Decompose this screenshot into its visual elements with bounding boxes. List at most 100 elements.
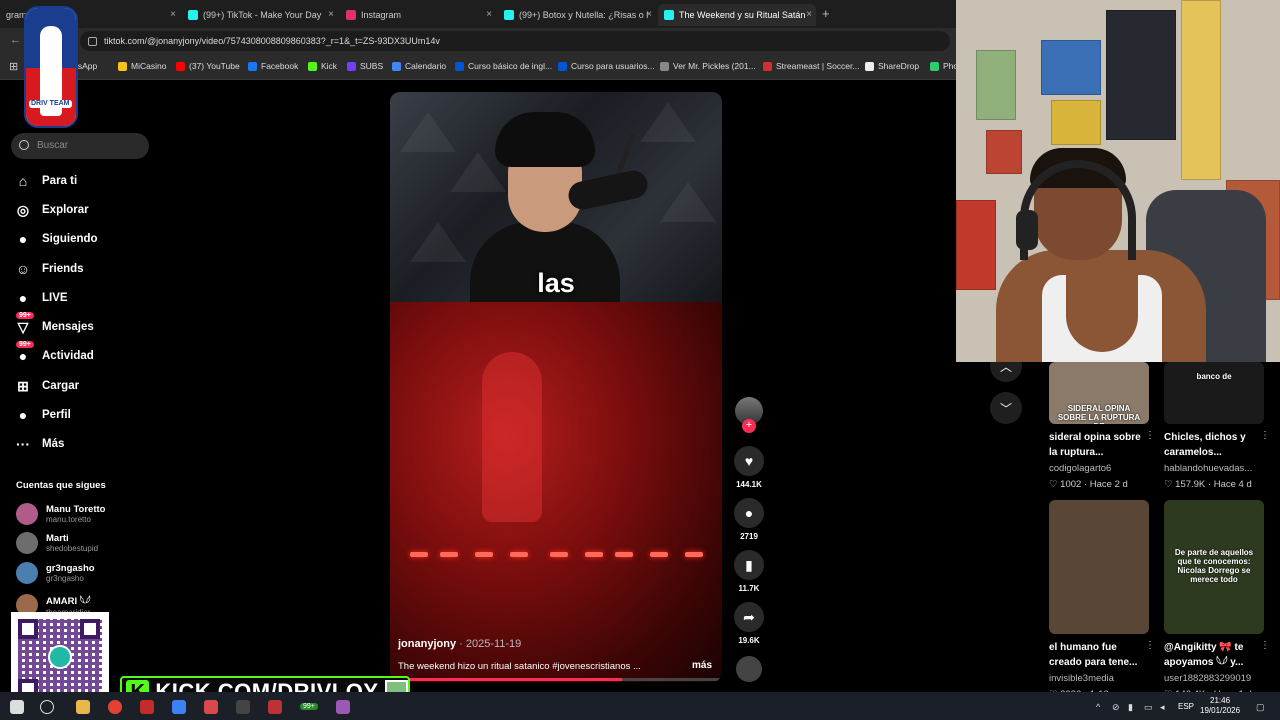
video-author[interactable]: codigolagarto6 bbox=[1049, 463, 1149, 474]
sidebar-item-actividad[interactable]: ● Actividad bbox=[14, 345, 94, 367]
bookmark-label: Facebook bbox=[261, 61, 299, 71]
browser-tab[interactable]: (99+) Botox y Nutella: ¿Risas o l × bbox=[498, 4, 656, 26]
bookmark-item[interactable]: Kick bbox=[308, 61, 337, 71]
bookmark-item[interactable]: (37) YouTube bbox=[176, 61, 240, 71]
music-disc-icon[interactable] bbox=[736, 656, 762, 682]
browser-tab[interactable]: The Weekend y su Ritual Satán × bbox=[658, 4, 816, 26]
more-options-icon[interactable]: ⋮ bbox=[1145, 640, 1155, 651]
close-tab-icon[interactable]: × bbox=[486, 9, 492, 20]
windows-start-icon[interactable] bbox=[10, 700, 24, 714]
video-title[interactable]: Chicles, dichos y caramelos... bbox=[1164, 430, 1256, 460]
sidebar-item-mensajes[interactable]: ▽ Mensajes bbox=[14, 316, 94, 338]
following-account[interactable]: Marti shedobestupid bbox=[16, 532, 98, 554]
avatar bbox=[16, 532, 38, 554]
video-player[interactable]: las jonanyjony · 2025-11-19 The weekend … bbox=[390, 92, 722, 682]
microphone-icon[interactable]: ▮ bbox=[1128, 702, 1133, 713]
sidebar-item-cargar[interactable]: ⊞ Cargar bbox=[14, 375, 79, 397]
like-action[interactable]: ♥ 144.1K bbox=[734, 446, 764, 489]
bookmark-item[interactable]: ShareDrop bbox=[865, 61, 919, 71]
notification-badge: 99+ bbox=[16, 312, 34, 319]
taskbar-search-icon[interactable] bbox=[40, 700, 54, 714]
bookmark-favicon-icon bbox=[392, 61, 401, 71]
bookmark-item[interactable]: Curso básico de ingl... bbox=[455, 61, 552, 71]
back-arrow-icon[interactable]: ← bbox=[10, 34, 21, 46]
video-author[interactable]: invisible3media bbox=[1049, 673, 1149, 684]
taskbar-app-icon[interactable] bbox=[204, 700, 218, 714]
taskbar-app-icon[interactable] bbox=[140, 700, 154, 714]
video-progress-bar[interactable] bbox=[390, 678, 722, 681]
sidebar-item-siguiendo[interactable]: ● Siguiendo bbox=[14, 228, 98, 250]
video-author[interactable]: hablandohuevadas... bbox=[1164, 463, 1264, 474]
save-action[interactable]: ▮ 11.7K bbox=[734, 550, 764, 593]
close-tab-icon[interactable]: × bbox=[806, 9, 812, 20]
taskbar-app-icon[interactable] bbox=[268, 700, 282, 714]
more-options-icon[interactable]: ⋮ bbox=[1145, 430, 1155, 441]
video-author[interactable]: jonanyjony bbox=[398, 638, 456, 650]
comment-action[interactable]: ● 2719 bbox=[734, 498, 764, 541]
video-thumbnail[interactable]: De parte de aquellos que te conocemos: N… bbox=[1164, 500, 1264, 634]
sidebar-item-explorar[interactable]: ◎ Explorar bbox=[14, 199, 89, 221]
network-icon[interactable]: ▭ bbox=[1144, 702, 1153, 713]
bookmark-item[interactable]: Facebook bbox=[248, 61, 298, 71]
suggested-video-card[interactable]: el humano fue creado para tene... ⋮ invisi… bbox=[1049, 500, 1155, 700]
follow-button[interactable]: + bbox=[742, 419, 756, 433]
taskbar-app-icon[interactable] bbox=[172, 700, 186, 714]
video-title[interactable]: sideral opina sobre la ruptura... bbox=[1049, 430, 1141, 460]
bookmark-item[interactable]: SUBS bbox=[347, 61, 383, 71]
apps-grid-icon[interactable]: ⊞ bbox=[9, 60, 18, 73]
address-bar[interactable]: tiktok.com/@jonanyjony/video/75743080088… bbox=[80, 31, 950, 51]
more-options-icon[interactable]: ⋮ bbox=[1260, 430, 1270, 441]
bookmark-item[interactable]: Curso para usuarios... bbox=[558, 61, 655, 71]
suggested-video-card[interactable]: SIDERAL OPINA SOBRE LA RUPTURA DE sideral… bbox=[1049, 362, 1155, 490]
more-link[interactable]: más bbox=[692, 660, 712, 671]
bookmark-item[interactable]: Calendario bbox=[392, 61, 446, 71]
tray-chevron-icon[interactable]: ^ bbox=[1096, 702, 1100, 712]
video-thumbnail[interactable]: SIDERAL OPINA SOBRE LA RUPTURA DE bbox=[1049, 362, 1149, 424]
video-thumbnail[interactable]: banco de bbox=[1164, 362, 1264, 424]
following-account[interactable]: Manu Toretto manu.toretto bbox=[16, 503, 105, 525]
share-action[interactable]: ➦ 19.6K bbox=[734, 602, 764, 645]
close-tab-icon[interactable]: × bbox=[646, 9, 652, 20]
taskbar-app-icon[interactable] bbox=[336, 700, 350, 714]
bookmark-item[interactable]: Pho bbox=[930, 61, 958, 71]
bookmark-icon[interactable]: ▮ bbox=[734, 550, 764, 580]
volume-icon[interactable]: ◂ bbox=[1160, 702, 1165, 713]
next-video-button[interactable]: ﹀ bbox=[990, 392, 1022, 424]
sidebar-item-live[interactable]: ● LIVE bbox=[14, 287, 68, 309]
close-tab-icon[interactable]: × bbox=[328, 9, 334, 20]
sidebar-item-más[interactable]: ··· Más bbox=[14, 433, 64, 455]
video-title[interactable]: el humano fue creado para tene... bbox=[1049, 640, 1141, 670]
suggested-video-card[interactable]: banco de Chicles, dichos y caramelos... ⋮ h… bbox=[1164, 362, 1270, 490]
clock[interactable]: 21:46 19/01/2026 bbox=[1200, 696, 1240, 716]
video-lower-frame bbox=[390, 302, 722, 682]
tab-favicon-icon bbox=[504, 10, 514, 20]
browser-tab[interactable]: Instagram × bbox=[340, 4, 496, 26]
sidebar-item-perfil[interactable]: ● Perfil bbox=[14, 404, 71, 426]
browser-tab[interactable]: (99+) TikTok - Make Your Day × bbox=[182, 4, 338, 26]
bookmark-item[interactable]: MiCasino bbox=[118, 61, 166, 71]
bookmark-item[interactable]: Streameast | Soccer... bbox=[763, 61, 859, 71]
file-explorer-icon[interactable] bbox=[76, 700, 90, 714]
site-info-icon[interactable] bbox=[88, 37, 97, 46]
share-icon[interactable]: ➦ bbox=[734, 602, 764, 632]
heart-icon[interactable]: ♥ bbox=[734, 446, 764, 476]
video-author[interactable]: user1882883299019 bbox=[1164, 673, 1264, 684]
new-tab-button[interactable]: + bbox=[822, 6, 830, 21]
close-tab-icon[interactable]: × bbox=[170, 9, 176, 20]
search-input[interactable]: Buscar bbox=[11, 133, 149, 159]
video-thumbnail[interactable] bbox=[1049, 500, 1149, 634]
video-author-line[interactable]: jonanyjony · 2025-11-19 bbox=[398, 638, 521, 650]
language-indicator[interactable]: ESP bbox=[1178, 702, 1194, 711]
notifications-icon[interactable]: ▢ bbox=[1256, 702, 1265, 713]
sidebar-item-para-ti[interactable]: ⌂ Para ti bbox=[14, 170, 77, 192]
comment-icon[interactable]: ● bbox=[734, 498, 764, 528]
tray-network-off-icon[interactable]: ⊘ bbox=[1112, 702, 1120, 713]
video-title[interactable]: @Angikitty 🎀 te apoyamos 𓆩𓆪 y... bbox=[1164, 640, 1256, 670]
suggested-video-card[interactable]: De parte de aquellos que te conocemos: N… bbox=[1164, 500, 1270, 700]
bookmark-item[interactable]: Ver Mr. Pickles (201... bbox=[660, 61, 756, 71]
taskbar-app-icon[interactable] bbox=[236, 700, 250, 714]
chrome-icon[interactable] bbox=[108, 700, 122, 714]
more-options-icon[interactable]: ⋮ bbox=[1260, 640, 1270, 651]
following-account[interactable]: gr3ngasho gr3ngasho bbox=[16, 562, 95, 584]
sidebar-item-friends[interactable]: ☺ Friends bbox=[14, 258, 84, 280]
